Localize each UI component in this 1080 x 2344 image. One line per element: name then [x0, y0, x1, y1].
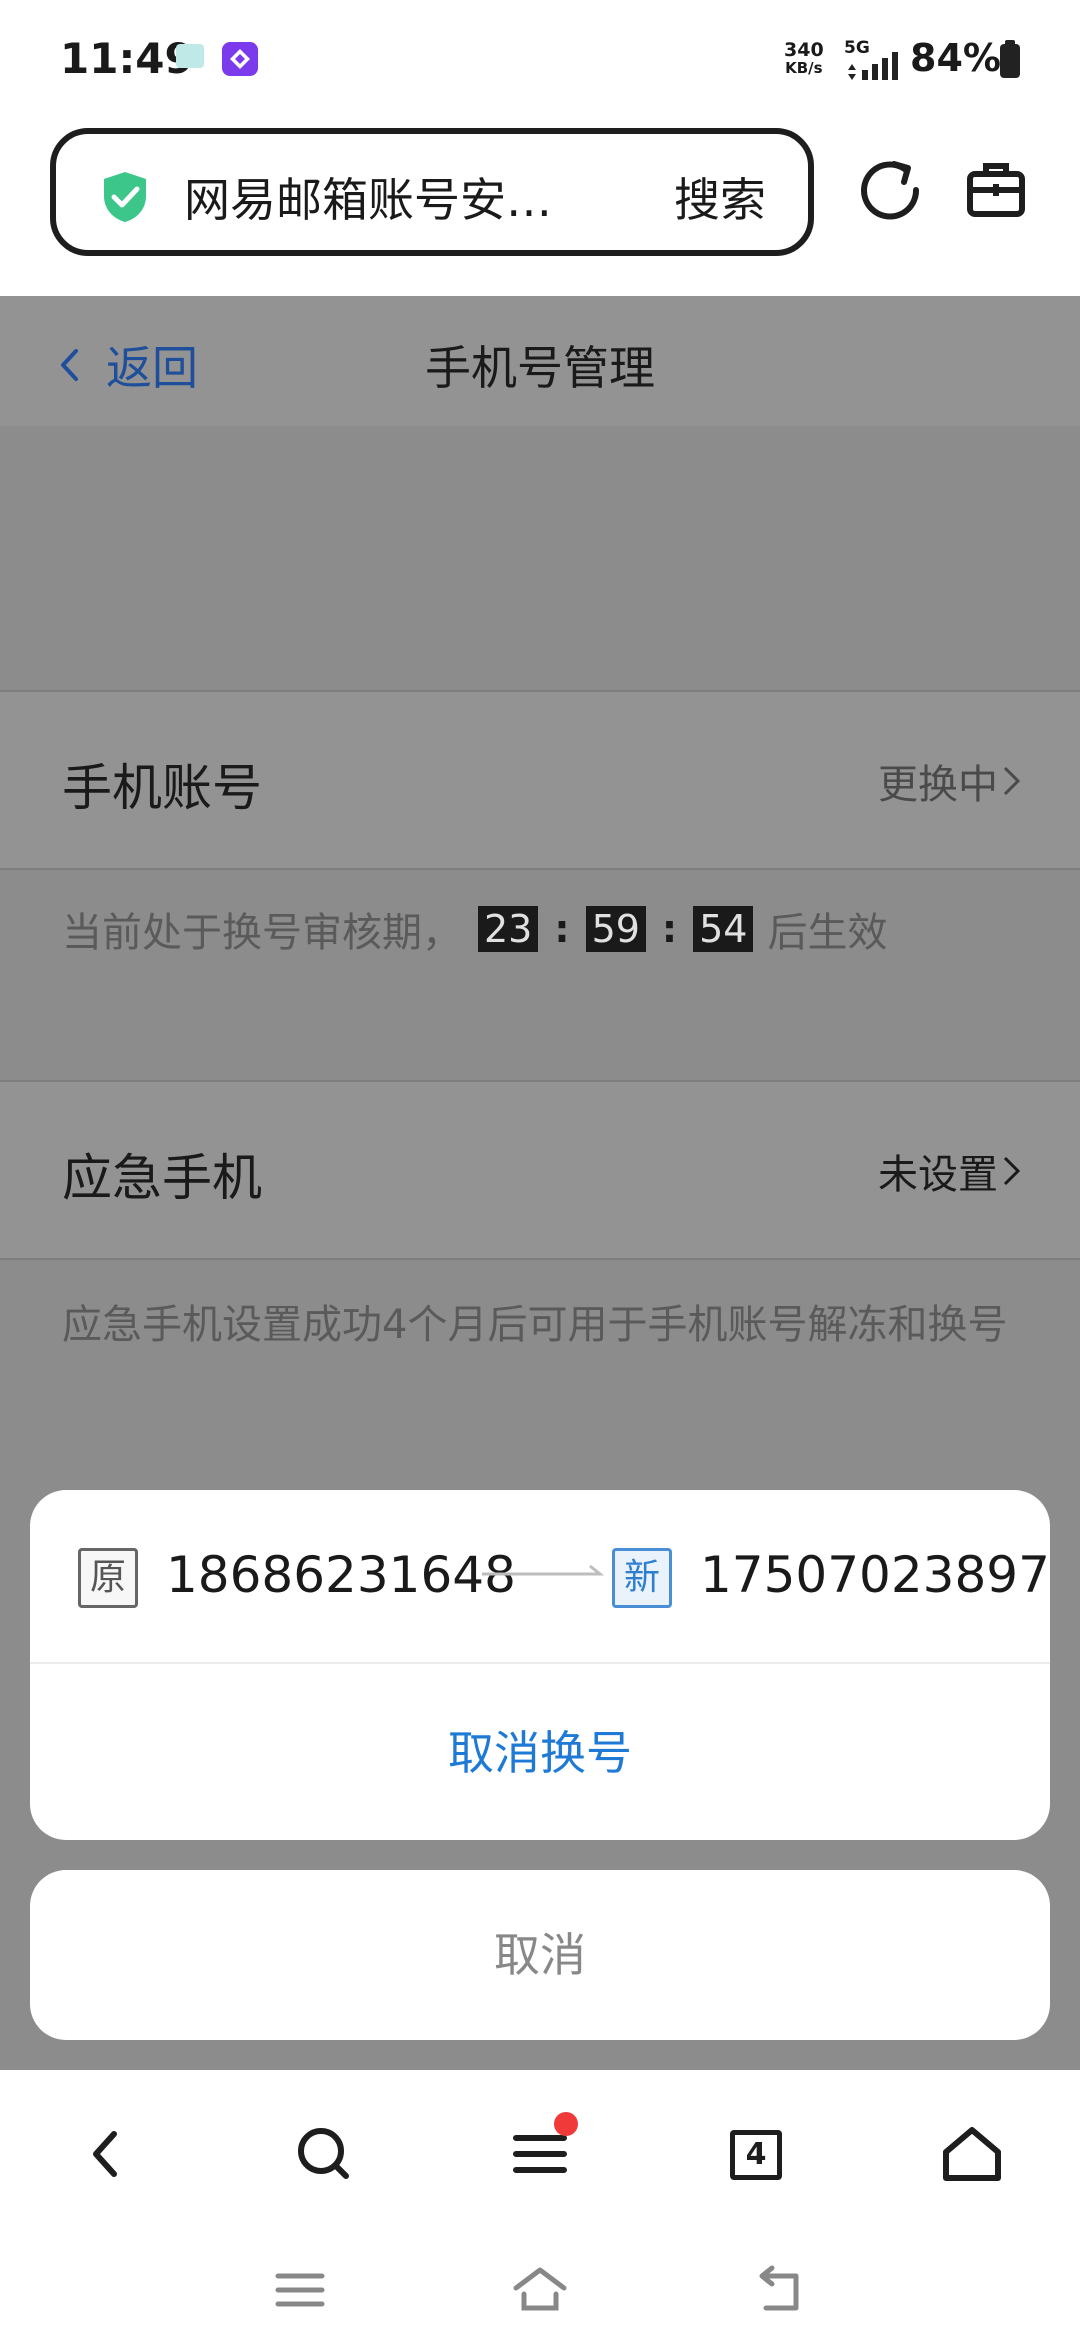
system-back-icon — [759, 2265, 799, 2311]
browser-toolbar: 4 — [0, 2070, 1080, 2220]
countdown-minutes: 59 — [585, 906, 646, 952]
countdown-hours: 23 — [478, 906, 539, 952]
page-header: 返回 手机号管理 — [0, 296, 1080, 426]
url-text[interactable]: 网易邮箱账号安… — [184, 164, 552, 230]
status-time: 11:49 — [60, 34, 194, 83]
tabs-icon[interactable]: 4 — [730, 2130, 782, 2180]
new-number-tag: 新 — [612, 1548, 672, 1608]
countdown-seconds: 54 — [693, 906, 754, 952]
phone-account-label: 手机账号 — [62, 759, 262, 817]
network-speed: 340 KB/s — [784, 39, 824, 77]
shield-check-icon — [104, 172, 146, 222]
new-phone-number: 17507023897 — [700, 1546, 1050, 1604]
reload-icon — [861, 161, 920, 220]
browser-address-bar: 网易邮箱账号安… 搜索 — [0, 120, 1080, 296]
system-home-button[interactable] — [510, 2260, 570, 2320]
signal-icon — [848, 52, 898, 80]
phone-account-status: 更换中 — [878, 752, 1022, 810]
number-change-summary: 原 18686231648 新 17507023897 — [30, 1490, 1050, 1664]
battery-icon — [1000, 44, 1020, 78]
recent-apps-button[interactable] — [270, 2260, 330, 2320]
arrow-right-icon — [482, 1564, 605, 1576]
page-title: 手机号管理 — [425, 341, 655, 395]
recent-apps-icon — [275, 2273, 325, 2307]
action-sheet: 原 18686231648 新 17507023897 取消换号 — [30, 1490, 1050, 1840]
status-bar: 11:49 340 KB/s 5G 84% — [0, 0, 1080, 120]
search-button[interactable] — [288, 2118, 360, 2190]
system-navigation-bar — [0, 2220, 1080, 2344]
system-back-button[interactable] — [750, 2260, 810, 2320]
old-number-tag: 原 — [78, 1548, 138, 1608]
battery-percent: 84% — [910, 36, 1001, 80]
cancel-number-change-button[interactable]: 取消换号 — [30, 1666, 1050, 1840]
cancel-button[interactable]: 取消 — [30, 1870, 1050, 2040]
review-period-note: 当前处于换号审核期， 23 : 59 : 54 后生效 — [62, 906, 888, 956]
search-icon — [298, 2128, 349, 2179]
emergency-phone-label: 应急手机 — [62, 1149, 262, 1207]
notification-app-icon — [176, 44, 204, 68]
chevron-right-icon — [1003, 1156, 1021, 1186]
emergency-phone-row[interactable]: 应急手机 未设置 — [0, 1080, 1080, 1260]
home-icon — [943, 2127, 1001, 2181]
system-home-icon — [513, 2267, 567, 2311]
reload-button[interactable] — [854, 152, 926, 224]
chevron-right-icon — [1003, 766, 1021, 796]
old-phone-number: 18686231648 — [166, 1546, 516, 1604]
notification-dot — [554, 2112, 578, 2136]
back-icon — [93, 2131, 117, 2177]
notification-app-icon — [222, 42, 258, 76]
emergency-phone-status: 未设置 — [878, 1142, 1022, 1200]
toolbox-button[interactable] — [960, 154, 1032, 226]
back-button[interactable] — [70, 2118, 142, 2190]
toolbox-icon — [967, 163, 1025, 217]
home-button[interactable] — [936, 2118, 1008, 2190]
url-box[interactable]: 网易邮箱账号安… 搜索 — [50, 128, 814, 256]
search-button[interactable]: 搜索 — [674, 164, 766, 230]
phone-account-row[interactable]: 手机账号 更换中 — [0, 690, 1080, 870]
emergency-phone-note: 应急手机设置成功4个月后可用于手机账号解冻和换号 — [62, 1302, 1008, 1348]
